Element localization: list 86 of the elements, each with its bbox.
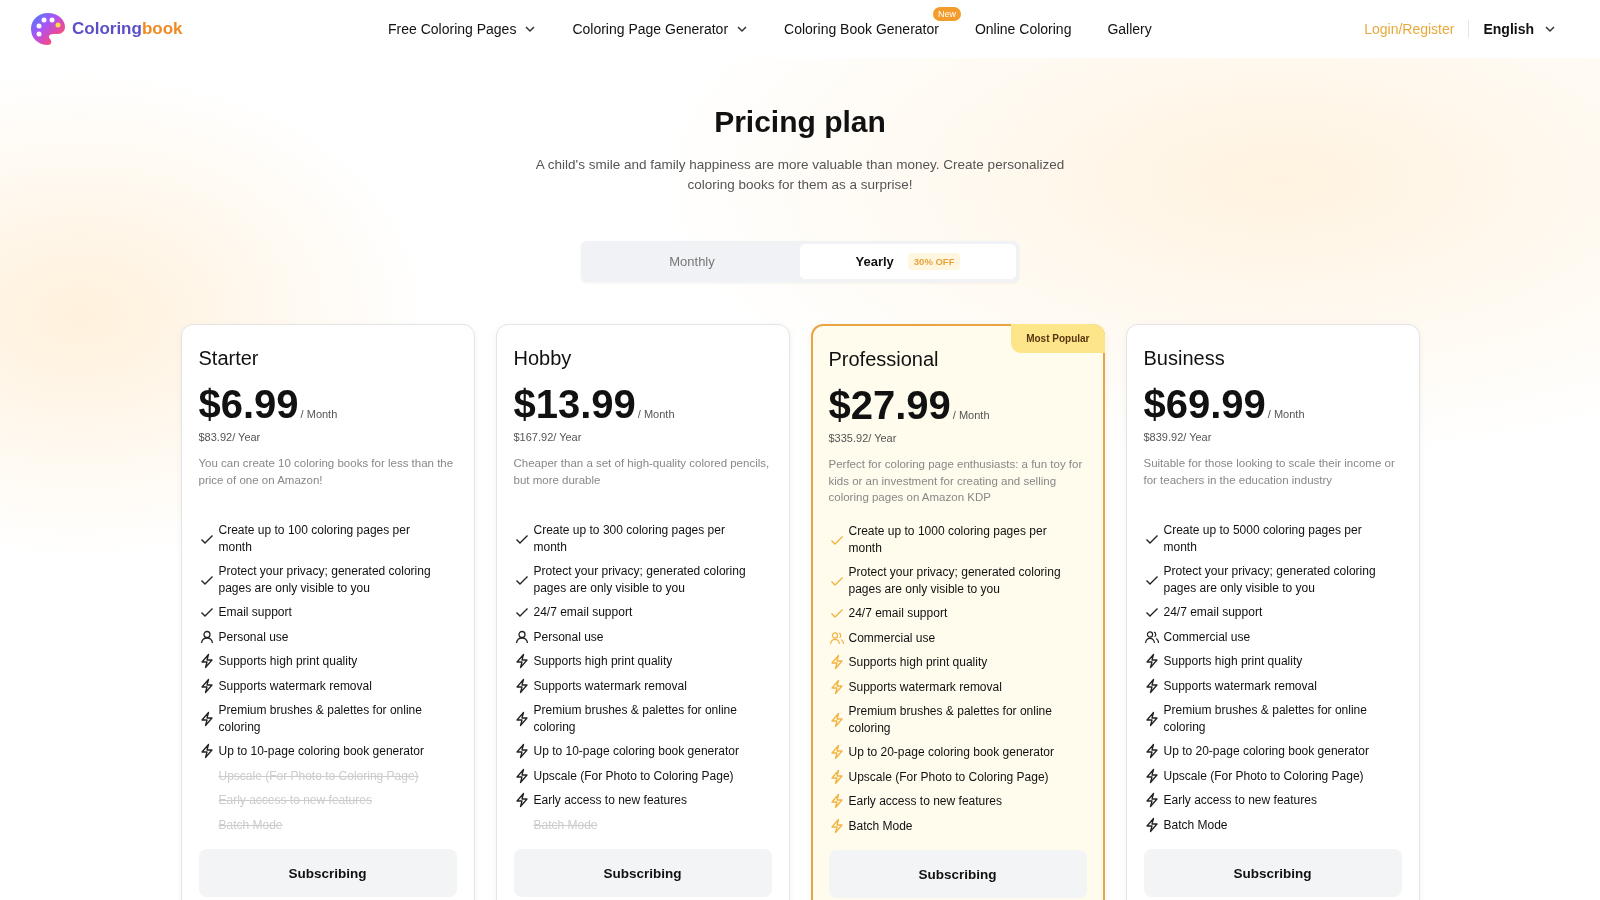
feature-text: 24/7 email support (533, 604, 633, 621)
discount-badge: 30% OFF (907, 253, 961, 270)
plan-name: Starter (198, 347, 260, 370)
nav-link[interactable]: Coloring Page Generator (572, 21, 749, 37)
feature-text: Email support (218, 604, 292, 621)
subscribe-button[interactable]: Subscribing (828, 850, 1087, 898)
page-title: Pricing plan (714, 105, 886, 139)
yearly-price: $335.92/ Year (828, 432, 898, 444)
feature-text: Protect your privacy; generated coloring pages are only visible to you (1163, 563, 1377, 596)
feature-text: Premium brushes & palettes for online coloring (848, 703, 1053, 736)
billing-tab[interactable]: Monthly (584, 244, 800, 279)
feature-text: Up to 20-page coloring book generator (1163, 743, 1369, 760)
yearly-price: $167.92/ Year (513, 431, 583, 443)
plan-name: Professional (828, 348, 940, 371)
chevron-down-icon (1544, 25, 1556, 33)
person-icon (198, 628, 215, 645)
plan-description: Perfect for coloring page enthusiasts: a fun toy for kids or an investment for creating and selling coloring pages on Amazon KDP (828, 457, 1084, 505)
feature-text: Commercial use (848, 629, 936, 646)
plan-description: Suitable for those looking to scale their income or for teachers in the education industry (1143, 456, 1396, 488)
price-period: / Month (1267, 408, 1305, 420)
subscribe-button[interactable]: Subscribing (1143, 849, 1402, 897)
logo-text[interactable]: Coloringbook (72, 19, 183, 39)
new-badge: New (932, 7, 961, 21)
billing-tab[interactable]: Yearly 30% OFF (800, 244, 1016, 279)
feature-text: Upscale (For Photo to Coloring Page) (1163, 767, 1364, 784)
price-period: / Month (952, 409, 990, 421)
feature-text: Supports high print quality (533, 653, 673, 670)
feature-text: Create up to 300 coloring pages per month (533, 522, 726, 555)
plan-description: You can create 10 coloring books for less than the price of one on Amazon! (198, 456, 455, 488)
feature-text: Supports high print quality (848, 654, 988, 671)
yearly-price: $83.92/ Year (198, 431, 262, 443)
chevron-down-icon (524, 25, 537, 33)
people-icon (1143, 628, 1160, 645)
feature-text: 24/7 email support (848, 605, 948, 622)
feature-text: Supports watermark removal (533, 677, 687, 694)
nav-link[interactable]: Gallery (1107, 21, 1152, 37)
feature-text: Premium brushes & palettes for online coloring (218, 702, 423, 735)
feature-text: Commercial use (1163, 628, 1251, 645)
feature-text: Up to 20-page coloring book generator (848, 744, 1054, 761)
feature-text: Supports watermark removal (218, 677, 372, 694)
language-selector[interactable]: English (1483, 21, 1556, 37)
plan-name: Business (1143, 347, 1226, 370)
feature-text: Personal use (533, 628, 604, 645)
popular-badge: Most Popular (1011, 324, 1105, 353)
feature-text: Upscale (For Photo to Coloring Page) (848, 768, 1049, 785)
plan-name: Hobby (513, 347, 573, 370)
feature-text: Create up to 1000 coloring pages per month (848, 523, 1048, 556)
feature-text: Batch Mode (1163, 816, 1228, 833)
feature-text: Up to 10-page coloring book generator (533, 743, 739, 760)
chevron-down-icon (736, 25, 749, 33)
feature-text: Supports high print quality (218, 653, 358, 670)
person-icon (513, 628, 530, 645)
nav-link[interactable]: Coloring Book Generator (784, 21, 939, 37)
feature-text: 24/7 email support (1163, 604, 1263, 621)
plan-price: $13.99 (513, 382, 636, 427)
nav-link[interactable]: Online Coloring (974, 21, 1072, 37)
subscribe-button[interactable]: Subscribing (513, 849, 772, 897)
feature-text: Personal use (218, 628, 289, 645)
nav-link[interactable]: Free Coloring Pages (388, 21, 537, 37)
feature-text: Early access to new features (1163, 792, 1317, 809)
plan-price: $69.99 (1143, 382, 1266, 427)
feature-text: Create up to 100 coloring pages per month (218, 522, 411, 555)
feature-text: Upscale (For Photo to Coloring Page) (533, 767, 734, 784)
feature-text: Protect your privacy; generated coloring pages are only visible to you (218, 563, 432, 596)
people-icon (828, 629, 845, 646)
feature-text: Supports watermark removal (848, 678, 1002, 695)
price-period: / Month (637, 408, 675, 420)
feature-text: Protect your privacy; generated coloring pages are only visible to you (848, 564, 1062, 597)
yearly-price: $839.92/ Year (1143, 431, 1213, 443)
feature-text: Protect your privacy; generated coloring pages are only visible to you (533, 563, 747, 596)
feature-text: Premium brushes & palettes for online coloring (533, 702, 738, 735)
feature-text: Supports watermark removal (1163, 677, 1317, 694)
plan-description: Cheaper than a set of high-quality colored pencils, but more durable (513, 456, 771, 488)
feature-text: Early access to new features (848, 793, 1002, 810)
palette-icon (30, 12, 66, 46)
feature-text: Batch Mode (848, 817, 913, 834)
feature-text: Create up to 5000 coloring pages per month (1163, 522, 1363, 555)
price-period: / Month (300, 408, 338, 420)
feature-text: Early access to new features (533, 792, 687, 809)
plan-price: $6.99 (198, 382, 299, 427)
page-subtitle: A child's smile and family happiness are more valuable than money. Create personalized coloring books for them as a surprise! (534, 156, 1066, 194)
subscribe-button[interactable]: Subscribing (198, 849, 457, 897)
feature-text: Up to 10-page coloring book generator (218, 743, 424, 760)
feature-text: Premium brushes & palettes for online coloring (1163, 702, 1368, 735)
plan-price: $27.99 (828, 383, 951, 428)
feature-text: Supports high print quality (1163, 653, 1303, 670)
